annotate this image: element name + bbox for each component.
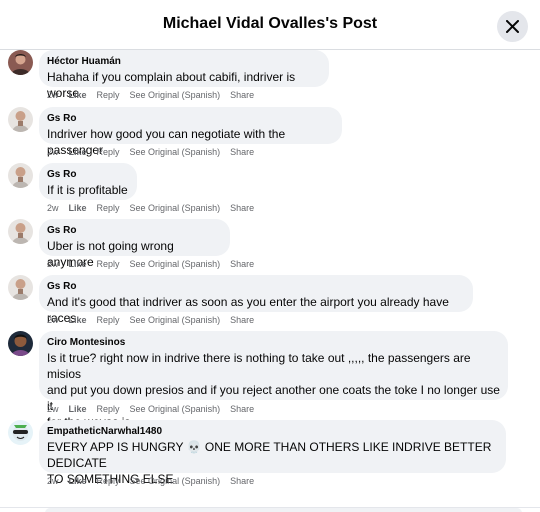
comment-time[interactable]: 2w: [47, 404, 59, 414]
like-button[interactable]: Like: [69, 203, 87, 213]
comment-time[interactable]: 2w: [47, 315, 59, 325]
comment-bubble: Gs Ro Uber is not going wrong anymore: [39, 219, 230, 269]
comment-text-line: EVERY APP IS HUNGRY 💀 ONE MORE THAN OTHE…: [47, 440, 492, 470]
avatar[interactable]: [8, 163, 33, 188]
comment-input[interactable]: [45, 508, 522, 512]
comment-author[interactable]: Gs Ro: [47, 168, 129, 181]
share-button[interactable]: Share: [230, 147, 254, 157]
comment-author[interactable]: Ciro Montesinos: [47, 336, 500, 349]
see-original-button[interactable]: See Original (Spanish): [130, 203, 221, 213]
avatar[interactable]: [8, 331, 33, 356]
share-button[interactable]: Share: [230, 315, 254, 325]
comment-bubble: Gs Ro If it is profitable: [39, 163, 137, 200]
comment-bubble: Gs Ro Indriver how good you can negotiat…: [39, 107, 342, 157]
avatar[interactable]: [8, 107, 33, 132]
comment-time[interactable]: 2w: [47, 147, 59, 157]
close-icon: [506, 20, 519, 33]
like-button[interactable]: Like: [69, 147, 87, 157]
see-original-button[interactable]: See Original (Spanish): [130, 404, 221, 414]
comment-time[interactable]: 2w: [47, 259, 59, 269]
comment-bubble: Ciro Montesinos Is it true? right now in…: [39, 331, 508, 429]
comment-bubble: Gs Ro And it's good that indriver as soo…: [39, 275, 473, 325]
share-button[interactable]: Share: [230, 90, 254, 100]
see-original-button[interactable]: See Original (Spanish): [130, 315, 221, 325]
post-dialog: Michael Vidal Ovalles's Post Héctor Huam…: [0, 0, 540, 512]
avatar[interactable]: [8, 420, 33, 445]
comment-actions: 2w Like Reply See Original (Spanish) Share: [47, 259, 264, 269]
avatar[interactable]: [8, 275, 33, 300]
reply-button[interactable]: Reply: [97, 476, 120, 486]
share-button[interactable]: Share: [230, 259, 254, 269]
comment-time[interactable]: 2w: [47, 476, 59, 486]
comment-time[interactable]: 2w: [47, 203, 59, 213]
comment-author[interactable]: Gs Ro: [47, 224, 222, 237]
comment-actions: 2w Like Reply See Original (Spanish) Share: [47, 90, 264, 100]
see-original-button[interactable]: See Original (Spanish): [130, 259, 221, 269]
reply-button[interactable]: Reply: [97, 259, 120, 269]
comment-actions: 2w Like Reply See Original (Spanish) Share: [47, 203, 264, 213]
comment-actions: 2w Like Reply See Original (Spanish) Share: [47, 147, 264, 157]
reply-button[interactable]: Reply: [97, 147, 120, 157]
dialog-header: Michael Vidal Ovalles's Post: [0, 0, 540, 50]
share-button[interactable]: Share: [230, 203, 254, 213]
comment-time[interactable]: 2w: [47, 90, 59, 100]
comment-author[interactable]: Gs Ro: [47, 112, 334, 125]
reply-button[interactable]: Reply: [97, 203, 120, 213]
reply-button[interactable]: Reply: [97, 404, 120, 414]
comment-actions: 2w Like Reply See Original (Spanish) Share: [47, 315, 264, 325]
avatar[interactable]: [8, 219, 33, 244]
dialog-title: Michael Vidal Ovalles's Post: [162, 15, 378, 32]
comment-text: If it is profitable: [47, 183, 128, 197]
comment-bubble: EmpatheticNarwhal1480 EVERY APP IS HUNGR…: [39, 420, 506, 486]
see-original-button[interactable]: See Original (Spanish): [130, 90, 221, 100]
comment-bubble: Héctor Huamán Hahaha if you complain abo…: [39, 50, 329, 100]
reply-button[interactable]: Reply: [97, 90, 120, 100]
reply-button[interactable]: Reply: [97, 315, 120, 325]
close-button[interactable]: [497, 11, 528, 42]
avatar[interactable]: [8, 50, 33, 75]
like-button[interactable]: Like: [69, 90, 87, 100]
comment-text-line: Is it true? right now in indrive there i…: [47, 351, 471, 381]
like-button[interactable]: Like: [69, 259, 87, 269]
see-original-button[interactable]: See Original (Spanish): [130, 147, 221, 157]
comment-author[interactable]: Gs Ro: [47, 280, 465, 293]
like-button[interactable]: Like: [69, 404, 87, 414]
like-button[interactable]: Like: [69, 476, 87, 486]
comment-author[interactable]: EmpatheticNarwhal1480: [47, 425, 498, 438]
share-button[interactable]: Share: [230, 404, 254, 414]
share-button[interactable]: Share: [230, 476, 254, 486]
like-button[interactable]: Like: [69, 315, 87, 325]
comment-author[interactable]: Héctor Huamán: [47, 55, 321, 68]
see-original-button[interactable]: See Original (Spanish): [130, 476, 221, 486]
comment-actions: 2w Like Reply See Original (Spanish) Share: [47, 476, 264, 486]
comment-actions: 2w Like Reply See Original (Spanish) Share: [47, 404, 264, 414]
comment-text: Is it true? right now in indrive there i…: [47, 350, 500, 430]
